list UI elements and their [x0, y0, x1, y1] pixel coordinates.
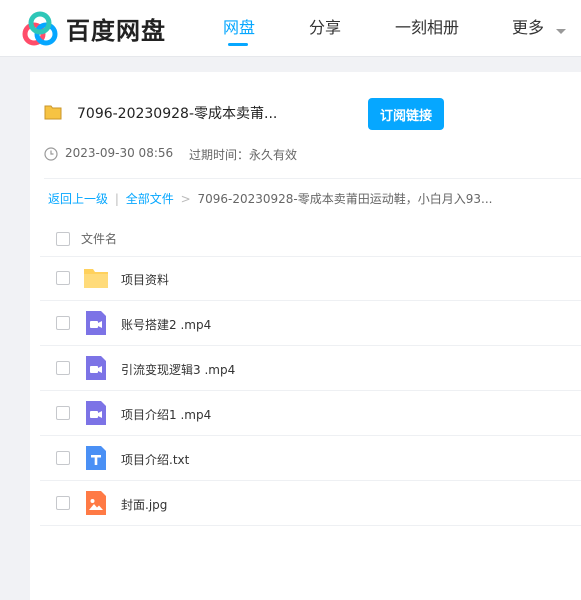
breadcrumb-current: 7096-20230928-零成本卖莆田运动鞋，小白月入93... — [197, 192, 493, 206]
nav-active-indicator — [228, 43, 248, 46]
video-file-icon — [83, 310, 109, 336]
file-name[interactable]: 账号搭建2 .mp4 — [121, 316, 211, 333]
nav-share[interactable]: 分享 — [309, 14, 341, 38]
row-checkbox[interactable] — [56, 496, 70, 510]
text-file-icon — [83, 445, 109, 471]
expire-info: 过期时间：永久有效 — [189, 148, 298, 162]
row-checkbox[interactable] — [56, 451, 70, 465]
share-panel: 7096-20230928-零成本卖莆... 订阅链接 2023-09-30 0… — [30, 72, 581, 600]
logo-icon — [20, 8, 60, 48]
row-checkbox[interactable] — [56, 316, 70, 330]
subscribe-link-button[interactable]: 订阅链接 — [368, 98, 444, 130]
share-date: 2023-09-30 08:56 — [65, 146, 174, 160]
back-link[interactable]: 返回上一级 — [48, 192, 108, 206]
breadcrumb-arrow: > — [180, 192, 191, 206]
nav-netdisk[interactable]: 网盘 — [223, 14, 255, 38]
breadcrumb: 返回上一级 | 全部文件 > 7096-20230928-零成本卖莆田运动鞋，小… — [48, 190, 492, 207]
file-row[interactable]: 项目资料 — [40, 256, 581, 301]
top-header: 百度网盘 网盘 分享 一刻相册 更多 — [0, 0, 581, 57]
brand-name: 百度网盘 — [66, 16, 166, 45]
select-all-checkbox[interactable] — [56, 232, 70, 246]
file-name[interactable]: 引流变现逻辑3 .mp4 — [121, 361, 235, 378]
baidu-netdisk-logo[interactable]: 百度网盘 — [20, 8, 170, 48]
file-row[interactable]: 引流变现逻辑3 .mp4 — [40, 346, 581, 391]
file-name[interactable]: 项目资料 — [121, 271, 169, 288]
nav-album[interactable]: 一刻相册 — [395, 14, 459, 38]
file-name[interactable]: 项目介绍.txt — [121, 451, 189, 468]
breadcrumb-separator: | — [114, 192, 119, 206]
file-row[interactable]: 项目介绍1 .mp4 — [40, 391, 581, 436]
nav-more[interactable]: 更多 — [512, 14, 544, 38]
folder-icon — [44, 104, 62, 124]
share-title: 7096-20230928-零成本卖莆... — [77, 106, 278, 122]
clock-icon — [44, 147, 58, 164]
file-list-header: 文件名 — [40, 224, 581, 257]
all-files-link[interactable]: 全部文件 — [126, 192, 174, 206]
video-file-icon — [83, 355, 109, 381]
column-filename: 文件名 — [81, 232, 118, 246]
folder-icon — [83, 265, 109, 291]
row-checkbox[interactable] — [56, 406, 70, 420]
file-name[interactable]: 封面.jpg — [121, 496, 167, 513]
row-checkbox[interactable] — [56, 361, 70, 375]
share-title-row: 7096-20230928-零成本卖莆... — [44, 98, 564, 128]
chevron-down-icon[interactable] — [555, 21, 567, 40]
video-file-icon — [83, 400, 109, 426]
file-name[interactable]: 项目介绍1 .mp4 — [121, 406, 211, 423]
row-checkbox[interactable] — [56, 271, 70, 285]
file-row[interactable]: 账号搭建2 .mp4 — [40, 301, 581, 346]
image-file-icon — [83, 490, 109, 516]
divider — [44, 178, 581, 179]
file-row[interactable]: 项目介绍.txt — [40, 436, 581, 481]
file-row[interactable]: 封面.jpg — [40, 481, 581, 526]
